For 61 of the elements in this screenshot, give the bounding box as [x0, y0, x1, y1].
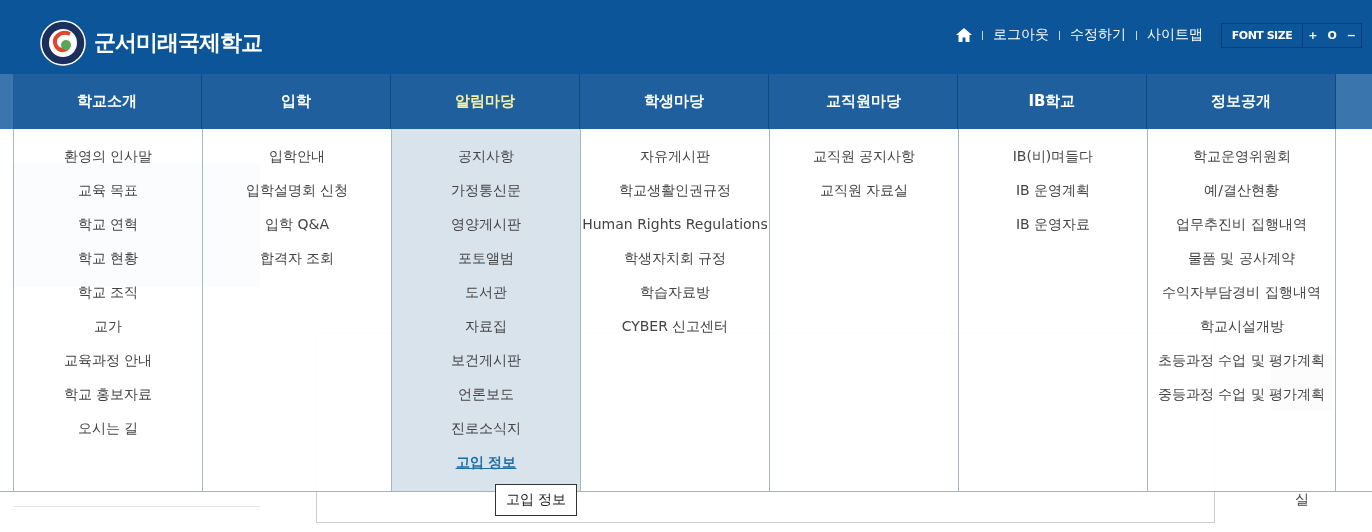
- quick-menu-link[interactable]: 실: [1271, 490, 1333, 508]
- font-size-label: FONT SIZE: [1221, 23, 1304, 47]
- dropdown-menu-item[interactable]: 보건게시판: [451, 349, 521, 383]
- header-link[interactable]: 사이트맵: [1146, 26, 1203, 44]
- dropdown-menu-item[interactable]: 자료집: [465, 315, 507, 349]
- nav-menu-tab[interactable]: 학생마당: [580, 74, 769, 129]
- dropdown-menu-item[interactable]: 수익자부담경비 집행내역: [1162, 281, 1321, 315]
- dropdown-menu-item[interactable]: 영양게시판: [451, 213, 521, 247]
- dropdown-menu-item[interactable]: 학교 홍보자료: [63, 383, 153, 417]
- dropdown-menu-item[interactable]: 학교 현황: [77, 247, 139, 281]
- nav-menu-tab[interactable]: 교직원마당: [769, 74, 958, 129]
- dropdown-menu-item[interactable]: 교직원 공지사항: [812, 145, 916, 179]
- dropdown-menu-item[interactable]: 중등과정 수업 및 평가계획: [1157, 383, 1326, 417]
- nav-menu-tab[interactable]: 입학: [202, 74, 391, 129]
- dropdown-menu-item[interactable]: 예/결산현황: [1204, 179, 1279, 213]
- dropdown-menu-item[interactable]: 오시는 길: [77, 417, 139, 451]
- dropdown-menu-item[interactable]: CYBER 신고센터: [621, 315, 729, 349]
- dropdown-menu-item[interactable]: 합격자 조회: [259, 247, 335, 281]
- dropdown-menu-item[interactable]: 환영의 인사말: [63, 145, 153, 179]
- dropdown-menu-item[interactable]: 학교생활인권규정: [619, 179, 731, 213]
- nav-menu-tab[interactable]: IB학교: [958, 74, 1147, 129]
- nav-menu-tab[interactable]: 알림마당: [391, 74, 580, 129]
- dropdown-menu-item[interactable]: 진로소식지: [451, 417, 521, 451]
- school-logo-icon: [40, 20, 86, 66]
- dropdown-menu-item[interactable]: IB(비)며들다: [1012, 145, 1094, 179]
- header-link[interactable]: 수정하기: [1069, 26, 1126, 44]
- dropdown-menu-item[interactable]: 도서관: [465, 281, 507, 315]
- dropdown-menu-item[interactable]: 학생자치회 규정: [623, 247, 727, 281]
- nav-menu-tab[interactable]: 정보공개: [1147, 74, 1336, 129]
- dropdown-menu-item[interactable]: 입학안내: [269, 145, 325, 179]
- font-size-button[interactable]: O: [1322, 28, 1342, 42]
- dropdown-menu-item[interactable]: 학교 조직: [77, 281, 139, 315]
- dropdown-menu-item[interactable]: 공지사항: [458, 145, 514, 179]
- dropdown-menu-item[interactable]: IB 운영계획: [1015, 179, 1091, 213]
- dropdown-menu-item[interactable]: 초등과정 수업 및 평가계획: [1157, 349, 1326, 383]
- dropdown-menu-item[interactable]: 교육 목표: [77, 179, 139, 213]
- dropdown-menu-item[interactable]: 학교운영위원회: [1192, 145, 1291, 179]
- home-icon[interactable]: [955, 28, 972, 42]
- nav-menu-tab[interactable]: 학교소개: [13, 74, 202, 129]
- dropdown-menu-item[interactable]: 포토앨범: [458, 247, 514, 281]
- dropdown-menu-item[interactable]: Human Rights Regulations: [582, 213, 768, 247]
- dropdown-menu-item[interactable]: 입학설명회 신청: [245, 179, 349, 213]
- dropdown-menu-item[interactable]: IB 운영자료: [1015, 213, 1091, 247]
- dropdown-menu-item[interactable]: 고입 정보: [455, 451, 517, 485]
- header-link[interactable]: 로그아웃: [992, 26, 1049, 44]
- dropdown-menu-item[interactable]: 물품 및 공사계약: [1188, 247, 1295, 281]
- dropdown-menu-item[interactable]: 학교 연혁: [77, 213, 139, 247]
- dropdown-menu-item[interactable]: 학교시설개방: [1199, 315, 1284, 349]
- font-size-button[interactable]: +: [1303, 28, 1323, 42]
- dropdown-menu-item[interactable]: 가정통신문: [451, 179, 521, 213]
- dropdown-menu-item[interactable]: 학습자료방: [640, 281, 710, 315]
- school-name: 군서미래국제학교: [94, 29, 262, 57]
- dropdown-menu-item[interactable]: 교직원 자료실: [819, 179, 909, 213]
- dropdown-menu-item[interactable]: 언론보도: [458, 383, 514, 417]
- dropdown-menu-item[interactable]: 교육과정 안내: [63, 349, 153, 383]
- font-size-button[interactable]: −: [1341, 28, 1361, 42]
- dropdown-menu-item[interactable]: 입학 Q&A: [265, 213, 329, 247]
- dropdown-menu-item[interactable]: 교가: [94, 315, 122, 349]
- tooltip: 고입 정보: [495, 484, 578, 516]
- dropdown-menu-item[interactable]: 자유게시판: [640, 145, 710, 179]
- dropdown-menu-item[interactable]: 업무추진비 집행내역: [1176, 213, 1307, 247]
